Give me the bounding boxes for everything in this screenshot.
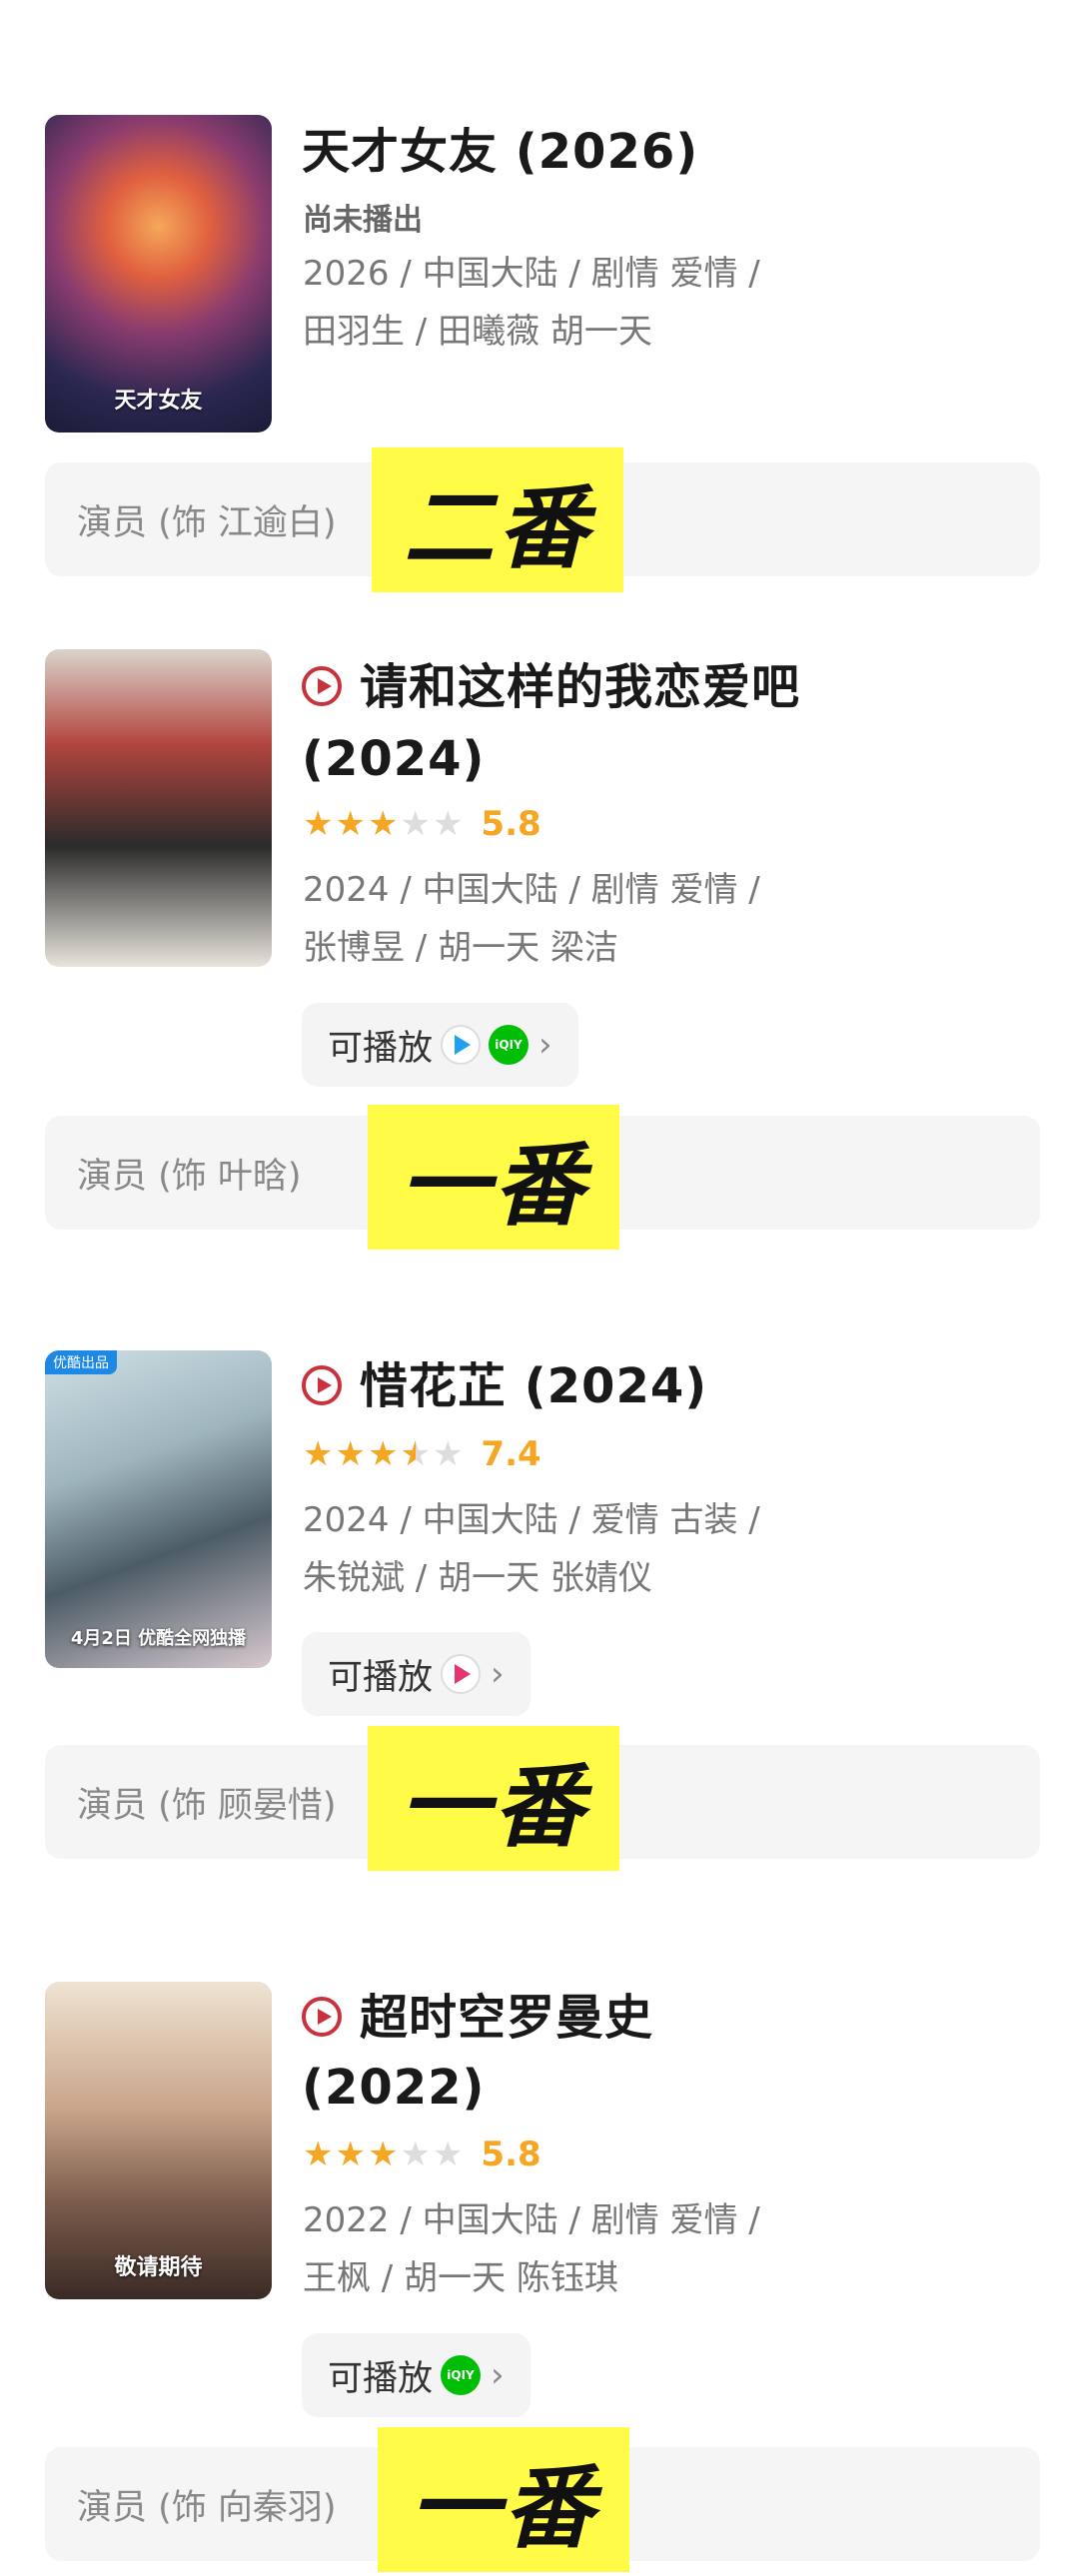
star-icon: ★: [432, 804, 464, 844]
meta-line-2: 王枫 / 胡一天 陈钰琪: [303, 2258, 618, 2298]
drama-year: (2022): [302, 2060, 486, 2116]
rank-tag: 一番: [368, 1726, 619, 1871]
playable-button[interactable]: 可播放 iQIY ›: [302, 2333, 531, 2417]
poster-badge: 优酷出品: [45, 1350, 117, 1374]
play-icon: [302, 1365, 342, 1405]
star-icon: ★: [400, 2135, 431, 2174]
star-icon: ★: [367, 2135, 399, 2174]
chevron-right-icon: ›: [539, 1025, 552, 1065]
meta-line-1: 2024 / 中国大陆 / 爱情 古装 /: [303, 1500, 760, 1540]
meta-line-1: 2022 / 中国大陆 / 剧情 爱情 /: [303, 2200, 760, 2240]
role-text: 演员 (饰 叶晗): [77, 1156, 302, 1197]
drama-title[interactable]: 超时空罗曼史: [302, 1983, 653, 2053]
tencent-video-icon: [441, 1025, 482, 1065]
iqiyi-icon: iQIY: [489, 1025, 530, 1065]
drama-title[interactable]: 天才女友 (2026): [302, 117, 698, 187]
meta-line-2: 田羽生 / 田曦薇 胡一天: [303, 312, 652, 352]
chevron-right-icon: ›: [491, 2355, 505, 2395]
rating: ★ ★ ★ ★ ★ 7.4: [303, 1432, 541, 1476]
star-icon: ★: [400, 804, 431, 844]
rating: ★ ★ ★ ★ ★ 5.8: [303, 2133, 541, 2176]
poster-caption: 敬请期待: [114, 2255, 203, 2280]
star-icon: ★: [303, 2135, 334, 2174]
air-status: 尚未播出: [303, 203, 423, 238]
rating: ★ ★ ★ ★ ★ 5.8: [303, 802, 541, 846]
score: 5.8: [481, 2135, 541, 2174]
poster-image[interactable]: 敬请期待: [45, 1982, 272, 2299]
star-half-icon: ★: [400, 1437, 430, 1471]
meta-line-2: 张博昱 / 胡一天 梁洁: [303, 928, 618, 968]
playable-label: 可播放: [328, 2358, 434, 2399]
poster-title: 天才女友: [114, 388, 203, 414]
star-rating: ★ ★ ★ ★ ★: [303, 807, 463, 841]
play-icon: [302, 1997, 342, 2037]
star-icon: ★: [303, 1434, 334, 1474]
meta-line-1: 2026 / 中国大陆 / 剧情 爱情 /: [303, 254, 760, 294]
drama-title[interactable]: 惜花芷 (2024): [302, 1351, 707, 1421]
iqiyi-icon: iQIY: [441, 2355, 482, 2395]
star-icon: ★: [335, 2135, 366, 2174]
meta-line-2: 朱锐斌 / 胡一天 张婧仪: [303, 1558, 652, 1598]
playable-button[interactable]: 可播放 ›: [302, 1632, 531, 1716]
poster-image[interactable]: 天才女友: [45, 115, 272, 432]
play-icon: [302, 666, 342, 706]
rank-tag: 一番: [368, 1105, 619, 1250]
youku-icon: [441, 1654, 482, 1694]
star-icon: ★: [432, 1434, 464, 1474]
role-text: 演员 (饰 向秦羽): [77, 2487, 337, 2528]
drama-title-text: 惜花芷 (2024): [360, 1358, 708, 1414]
drama-title[interactable]: 请和这样的我恋爱吧: [302, 652, 800, 722]
poster-image[interactable]: [45, 649, 272, 967]
drama-title-text: 请和这样的我恋爱吧: [360, 659, 801, 715]
poster-caption: 4月2日 优酷全网独播: [70, 1628, 247, 1649]
drama-title-text: 超时空罗曼史: [360, 1990, 654, 2046]
star-icon: ★: [335, 1434, 366, 1474]
role-text: 演员 (饰 顾晏惜): [77, 1785, 337, 1826]
score: 5.8: [481, 804, 541, 844]
rank-tag: 二番: [372, 447, 623, 592]
star-rating: ★ ★ ★ ★ ★: [303, 1437, 463, 1471]
star-icon: ★: [303, 804, 334, 844]
meta-line-1: 2024 / 中国大陆 / 剧情 爱情 /: [303, 870, 760, 910]
star-rating: ★ ★ ★ ★ ★: [303, 2138, 463, 2171]
star-icon: ★: [432, 2135, 464, 2174]
star-icon: ★: [367, 1434, 399, 1474]
role-text: 演员 (饰 江逾白): [77, 502, 337, 543]
star-icon: ★: [367, 804, 399, 844]
rank-tag: 一番: [378, 2427, 629, 2572]
poster-image[interactable]: 优酷出品 4月2日 优酷全网独播: [45, 1350, 272, 1668]
playable-button[interactable]: 可播放 iQIY ›: [302, 1003, 578, 1087]
chevron-right-icon: ›: [491, 1654, 505, 1694]
star-icon: ★: [335, 804, 366, 844]
score: 7.4: [481, 1434, 541, 1474]
playable-label: 可播放: [328, 1657, 434, 1698]
playable-label: 可播放: [328, 1028, 434, 1069]
drama-year: (2024): [302, 731, 486, 787]
